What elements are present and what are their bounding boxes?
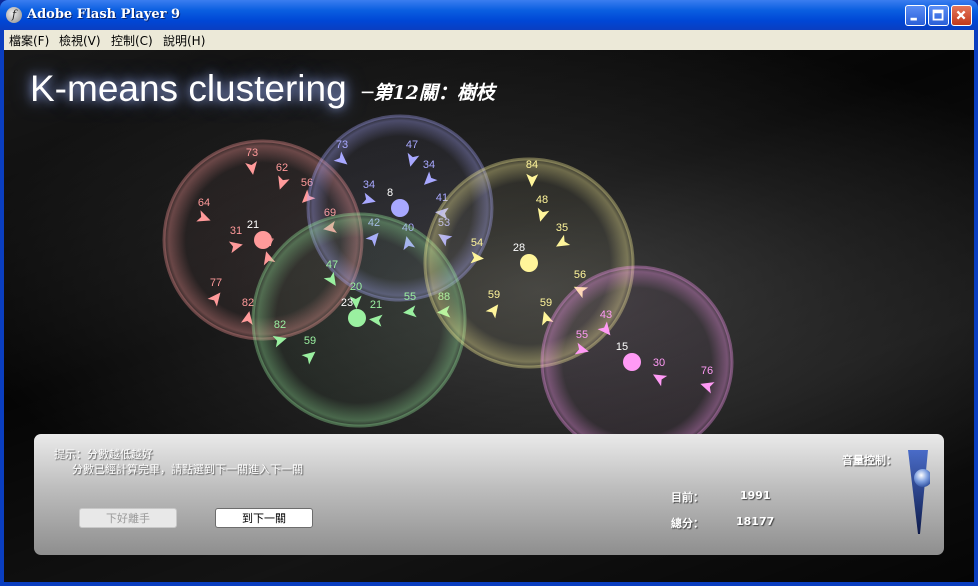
flash-app-icon: f <box>6 7 22 23</box>
menu-view[interactable]: 檢視(V) <box>59 32 101 49</box>
centroid-label: 23 <box>341 297 353 309</box>
data-point-label: 84 <box>526 159 538 171</box>
window-frame-right <box>974 30 978 586</box>
data-point-label: 55 <box>576 329 588 341</box>
close-button[interactable] <box>951 5 972 26</box>
control-panel: 提示：分數越低越好 分數已經計算完畢，請點選到下一關進入下一關 下好離手 到下一… <box>34 434 944 555</box>
data-point-label: 59 <box>540 297 552 309</box>
data-point-label: 82 <box>274 319 286 331</box>
centroid-label: 15 <box>616 341 628 353</box>
data-point-label: 64 <box>198 197 210 209</box>
centroid-marker[interactable] <box>391 199 409 217</box>
centroid-marker[interactable] <box>623 353 641 371</box>
centroid-label: 8 <box>387 187 393 199</box>
window-frame-bottom <box>0 582 978 586</box>
data-point-label: 59 <box>488 289 500 301</box>
data-point-label: 47 <box>406 139 418 151</box>
cluster-5: 43 55 30 76 15 <box>540 265 734 459</box>
data-point-label: 21 <box>370 299 382 311</box>
data-point-label: 30 <box>653 357 665 369</box>
menu-file[interactable]: 檔案(F) <box>9 32 49 49</box>
data-point-label: 77 <box>210 277 222 289</box>
menu-bar: 檔案(F) 檢視(V) 控制(C) 說明(H) <box>4 30 974 50</box>
window-frame-left <box>0 30 4 586</box>
data-point-label: 62 <box>276 162 288 174</box>
commit-button[interactable]: 下好離手 <box>79 508 177 528</box>
data-point-label: 54 <box>471 237 483 249</box>
menu-control[interactable]: 控制(C) <box>111 32 153 49</box>
next-level-button[interactable]: 到下一關 <box>215 508 313 528</box>
centroid-label: 28 <box>513 242 525 254</box>
data-point-label: 31 <box>230 225 242 237</box>
centroid-marker[interactable] <box>348 309 366 327</box>
current-score-label: 目前： <box>671 491 704 504</box>
data-point-label: 34 <box>423 159 435 171</box>
minimize-button[interactable] <box>905 5 926 26</box>
data-point-label: 48 <box>536 194 548 206</box>
data-point-label: 73 <box>246 147 258 159</box>
data-point-label: 59 <box>304 335 316 347</box>
game-stage: K-means clustering ─第12關：樹枝 736256646931… <box>4 50 974 582</box>
centroid-marker[interactable] <box>520 254 538 272</box>
data-point-label: 20 <box>350 281 362 293</box>
close-icon <box>956 10 966 20</box>
data-point-label: 76 <box>701 365 713 377</box>
volume-label: 音量控制： <box>842 454 897 467</box>
data-point-label: 43 <box>600 309 612 321</box>
centroid-label: 21 <box>247 219 259 231</box>
hint-label: 提示：分數越低越好 <box>54 448 153 461</box>
maximize-icon <box>932 9 944 21</box>
menu-help[interactable]: 說明(H) <box>163 32 205 49</box>
data-point-label: 47 <box>326 259 338 271</box>
data-point-label: 35 <box>556 222 568 234</box>
data-point-label: 56 <box>574 269 586 281</box>
hint-text: 分數已經計算完畢，請點選到下一關進入下一關 <box>72 463 303 476</box>
data-point-label: 73 <box>336 139 348 151</box>
window-title: Adobe Flash Player 9 <box>27 7 181 22</box>
current-score-value: 1991 <box>740 489 771 502</box>
total-score-label: 總分： <box>671 517 704 530</box>
data-point-label: 34 <box>363 179 375 191</box>
centroid-marker[interactable] <box>254 231 272 249</box>
minimize-icon <box>910 17 917 21</box>
maximize-button[interactable] <box>928 5 949 26</box>
title-bar: f Adobe Flash Player 9 <box>0 0 978 30</box>
total-score-value: 18177 <box>736 515 775 528</box>
data-point-label: 55 <box>404 291 416 303</box>
volume-slider[interactable] <box>906 448 930 538</box>
